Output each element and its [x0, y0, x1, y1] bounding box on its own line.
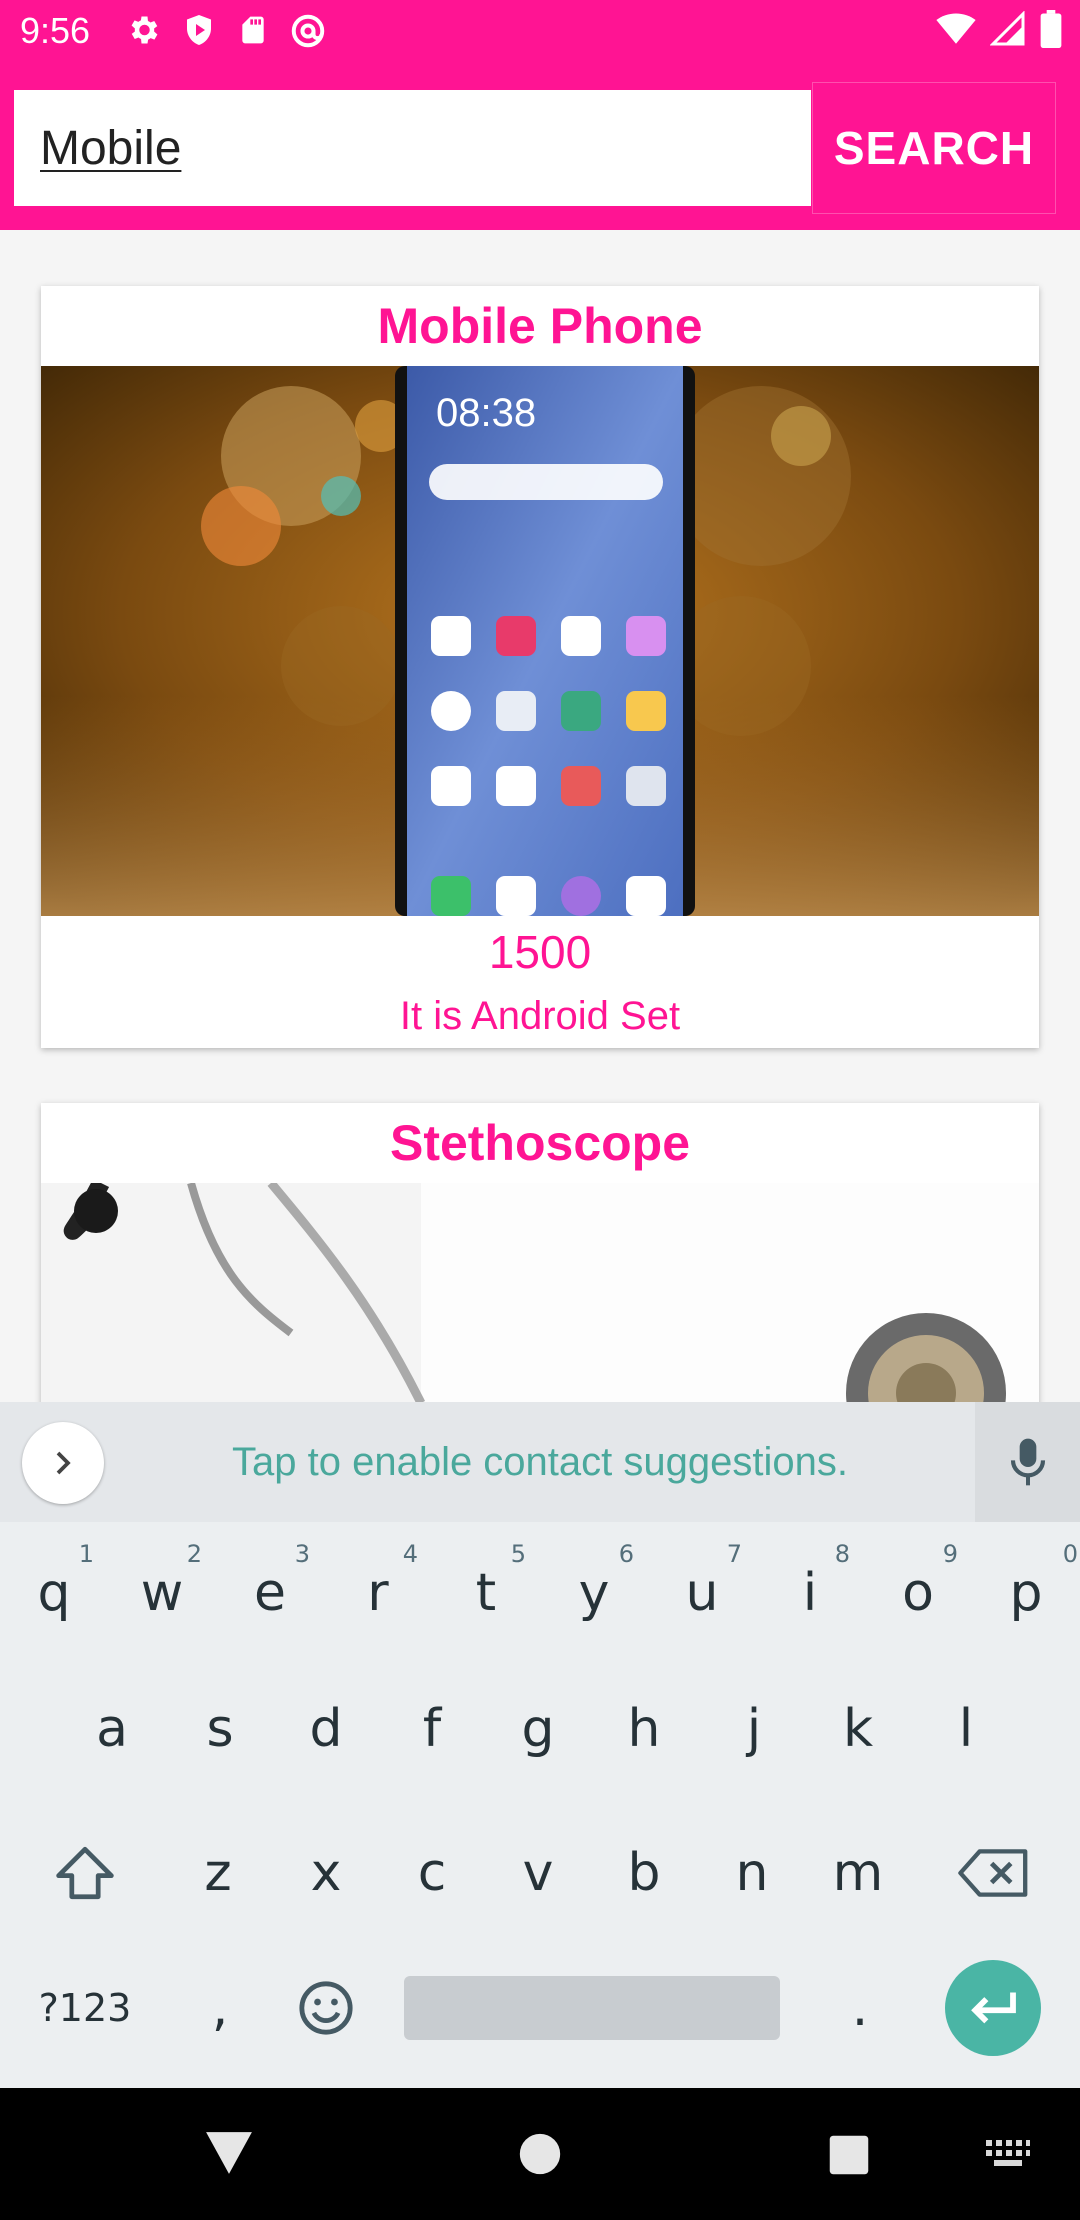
back-triangle-icon[interactable] [204, 2130, 254, 2176]
key-u[interactable]: u7 [648, 1538, 756, 1648]
key-f[interactable]: f [378, 1674, 486, 1784]
key-g[interactable]: g [484, 1674, 592, 1784]
key-a[interactable]: a [58, 1674, 166, 1784]
at-sign-icon [291, 14, 325, 48]
shift-key[interactable] [20, 1818, 150, 1928]
emoji-icon [299, 1981, 353, 2035]
microphone-icon [1010, 1438, 1045, 1486]
backspace-key[interactable] [934, 1818, 1054, 1928]
sd-card-icon [242, 16, 264, 44]
key-v[interactable]: v [484, 1818, 592, 1928]
space-key[interactable] [404, 1976, 780, 2040]
status-bar: 9:56 [0, 0, 1080, 66]
key-w[interactable]: w2 [108, 1538, 216, 1648]
battery-icon [1040, 10, 1062, 48]
gear-icon [131, 16, 158, 44]
suggestion-toggle[interactable] [22, 1422, 104, 1504]
key-h[interactable]: h [590, 1674, 698, 1784]
search-input[interactable]: Mobile [14, 90, 811, 206]
key-x[interactable]: x [272, 1818, 380, 1928]
key-s[interactable]: s [166, 1674, 274, 1784]
key-n[interactable]: n [698, 1818, 806, 1928]
play-shield-icon [187, 15, 211, 45]
backspace-icon [958, 1849, 1028, 1897]
key-q[interactable]: q1 [0, 1538, 108, 1648]
search-bar: Mobile SEARCH [0, 66, 1080, 230]
keyboard: Tap to enable contact suggestions. q1 w2… [0, 1402, 1080, 2088]
key-y[interactable]: y6 [540, 1538, 648, 1648]
product-list[interactable]: Mobile Phone 08:38 1500 It is Android Se… [0, 230, 1080, 1402]
mobile-phone-photo: 08:38 [41, 366, 1039, 916]
period-key[interactable]: . [806, 1958, 914, 2058]
home-circle-icon[interactable] [518, 2132, 562, 2176]
search-button[interactable]: SEARCH [812, 82, 1056, 214]
enter-key[interactable] [945, 1960, 1041, 2056]
key-z[interactable]: z [164, 1818, 272, 1928]
product-title: Mobile Phone [377, 298, 703, 354]
emoji-key[interactable] [272, 1958, 380, 2058]
key-l[interactable]: l [912, 1674, 1020, 1784]
key-r[interactable]: r4 [324, 1538, 432, 1648]
wifi-icon [936, 13, 976, 44]
chevron-right-icon [56, 1451, 71, 1475]
product-card[interactable]: Stethoscope [41, 1103, 1039, 1402]
navigation-bar [0, 2088, 1080, 2220]
key-m[interactable]: m [804, 1818, 912, 1928]
key-k[interactable]: k [804, 1674, 912, 1784]
status-system-icons [936, 10, 1062, 48]
key-c[interactable]: c [378, 1818, 486, 1928]
signal-icon [990, 11, 1025, 46]
search-input-value: Mobile [40, 121, 182, 175]
key-o[interactable]: o9 [864, 1538, 972, 1648]
suggestion-strip: Tap to enable contact suggestions. [0, 1402, 1080, 1522]
product-image: 08:38 [41, 366, 1039, 916]
phone-clock-text: 08:38 [436, 391, 536, 435]
key-d[interactable]: d [272, 1674, 380, 1784]
product-description: It is Android Set [399, 994, 681, 1038]
comma-key[interactable]: , [166, 1958, 274, 2058]
key-t[interactable]: t5 [432, 1538, 540, 1648]
product-card[interactable]: Mobile Phone 08:38 1500 It is Android Se… [41, 286, 1039, 1048]
status-notification-icons [125, 12, 327, 50]
product-title: Stethoscope [389, 1115, 691, 1171]
enter-icon [971, 1992, 1016, 2024]
status-time: 9:56 [20, 10, 91, 51]
key-e[interactable]: e3 [216, 1538, 324, 1648]
key-j[interactable]: j [700, 1674, 808, 1784]
stethoscope-photo [41, 1183, 1039, 1402]
product-image [41, 1183, 1039, 1402]
product-price: 1500 [488, 926, 592, 978]
key-b[interactable]: b [590, 1818, 698, 1928]
key-i[interactable]: i8 [756, 1538, 864, 1648]
suggestion-text[interactable]: Tap to enable contact suggestions. [130, 1402, 950, 1522]
shift-icon [56, 1846, 114, 1900]
recents-square-icon[interactable] [828, 2134, 870, 2176]
key-p[interactable]: p0 [972, 1538, 1080, 1648]
keyboard-switch-icon[interactable] [984, 2138, 1032, 2170]
symbols-key[interactable]: ?123 [20, 1958, 150, 2058]
voice-input-button[interactable] [975, 1402, 1080, 1522]
